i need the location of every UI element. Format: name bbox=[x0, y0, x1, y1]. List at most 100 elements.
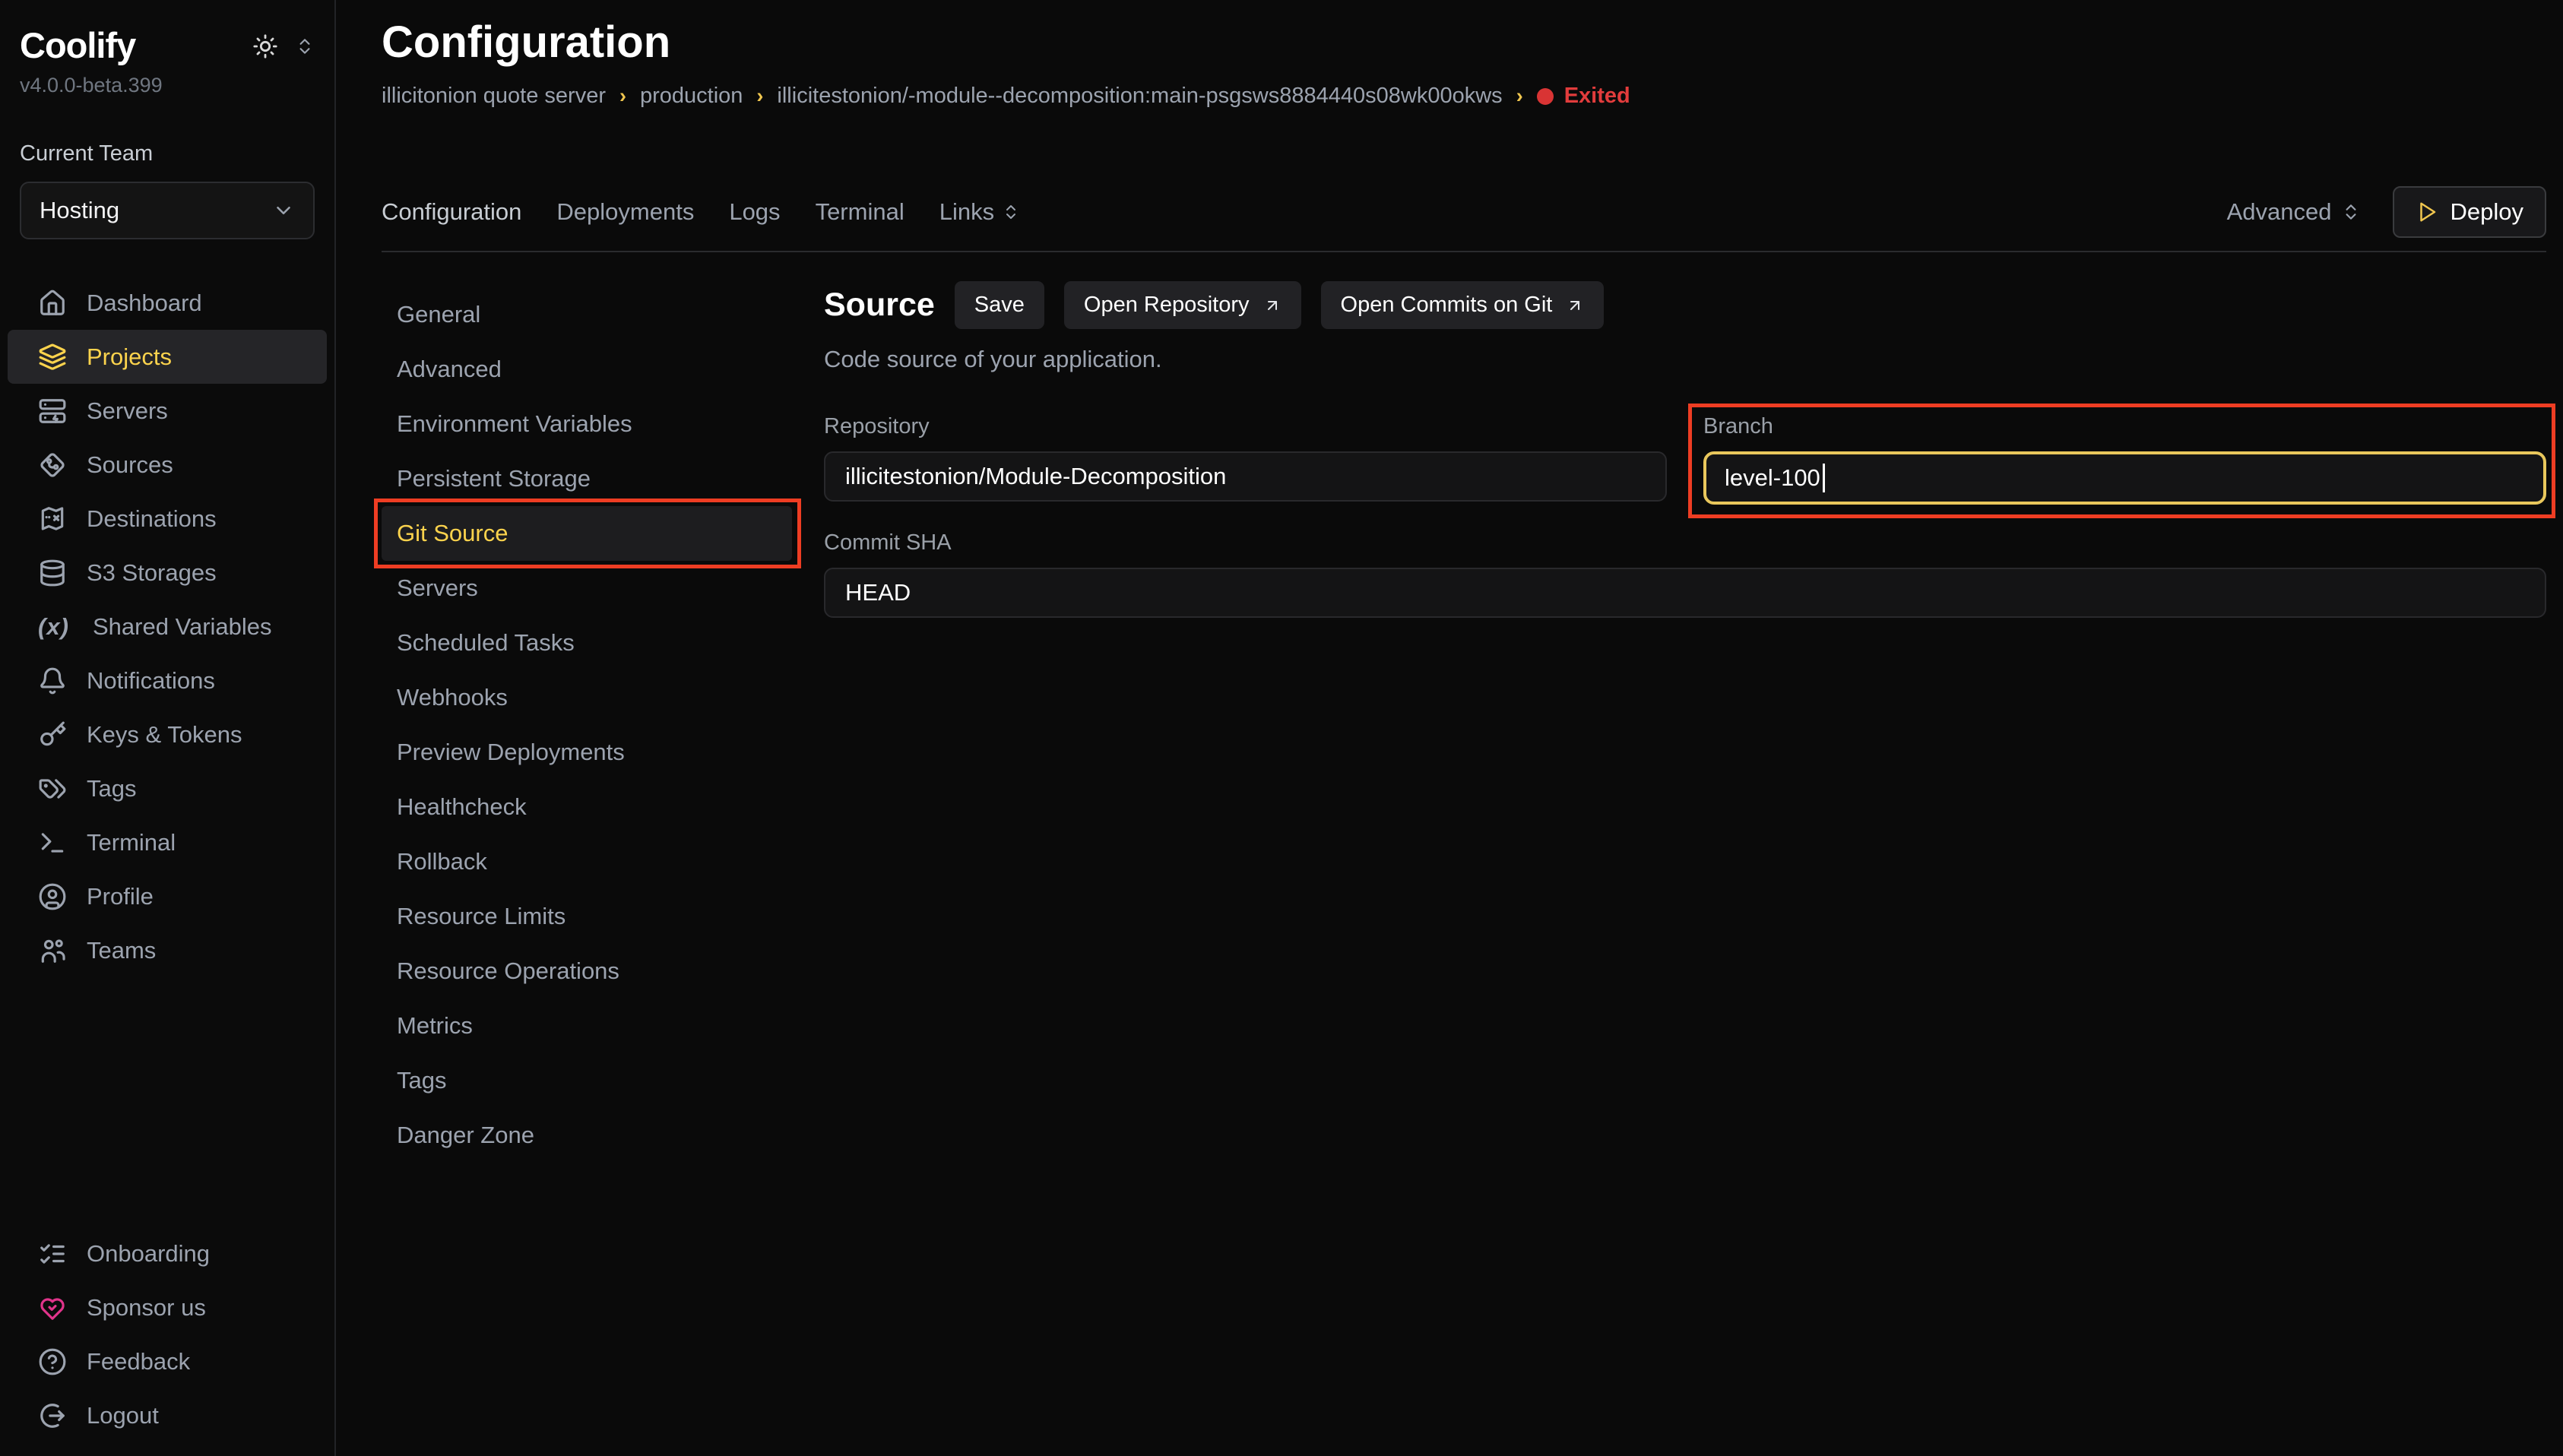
sidebar-item-dashboard[interactable]: Dashboard bbox=[8, 276, 327, 330]
subnav-healthcheck[interactable]: Healthcheck bbox=[382, 780, 792, 834]
git-source-panel: Source Save Open Repository Open Commits… bbox=[824, 271, 2546, 1456]
save-button[interactable]: Save bbox=[955, 281, 1044, 329]
team-select-value: Hosting bbox=[40, 197, 119, 224]
deploy-button[interactable]: Deploy bbox=[2393, 186, 2547, 238]
arrow-up-right-icon bbox=[1263, 296, 1282, 315]
text-caret bbox=[1823, 464, 1825, 492]
sidebar-item-label: Destinations bbox=[87, 505, 217, 533]
subnav-webhooks[interactable]: Webhooks bbox=[382, 670, 792, 725]
chevrons-up-down-icon[interactable] bbox=[295, 36, 315, 56]
sidebar-item-label: Feedback bbox=[87, 1348, 190, 1375]
source-heading: Source bbox=[824, 286, 935, 324]
logout-icon bbox=[38, 1401, 67, 1430]
bell-icon bbox=[38, 666, 67, 695]
sidebar-item-keys-tokens[interactable]: Keys & Tokens bbox=[8, 707, 327, 761]
sidebar-item-projects[interactable]: Projects bbox=[8, 330, 327, 384]
branch-input[interactable]: level-100 bbox=[1703, 451, 2546, 505]
subnav-persistent-storage[interactable]: Persistent Storage bbox=[382, 451, 792, 506]
sidebar-item-label: Teams bbox=[87, 937, 156, 964]
subnav-tags[interactable]: Tags bbox=[382, 1053, 792, 1108]
sidebar-item-sponsor-us[interactable]: Sponsor us bbox=[8, 1280, 327, 1334]
chevron-right-icon: › bbox=[756, 84, 763, 108]
sidebar-item-onboarding[interactable]: Onboarding bbox=[8, 1227, 327, 1280]
play-icon bbox=[2416, 201, 2438, 223]
breadcrumb: illicitonion quote server › production ›… bbox=[382, 84, 1630, 109]
current-team-label: Current Team bbox=[0, 97, 334, 166]
subnav-environment-variables[interactable]: Environment Variables bbox=[382, 397, 792, 451]
sidebar-item-label: Sponsor us bbox=[87, 1294, 206, 1321]
map-icon bbox=[38, 505, 67, 533]
sidebar-item-logout[interactable]: Logout bbox=[8, 1388, 327, 1442]
app-logo: Coolify bbox=[20, 24, 135, 66]
status-text: Exited bbox=[1564, 84, 1630, 109]
open-repository-button[interactable]: Open Repository bbox=[1064, 281, 1301, 329]
user-circle-icon bbox=[38, 882, 67, 911]
subnav-servers[interactable]: Servers bbox=[382, 561, 792, 616]
breadcrumb-application[interactable]: illicitestonion/-module--decomposition:m… bbox=[777, 84, 1502, 109]
sidebar-item-teams[interactable]: Teams bbox=[8, 923, 327, 977]
sidebar-item-tags[interactable]: Tags bbox=[8, 761, 327, 815]
tab-configuration[interactable]: Configuration bbox=[382, 198, 521, 226]
sidebar-item-terminal[interactable]: Terminal bbox=[8, 815, 327, 869]
status-badge: Exited bbox=[1537, 84, 1630, 109]
layers-icon bbox=[38, 343, 67, 372]
commit-sha-label: Commit SHA bbox=[824, 530, 2546, 555]
breadcrumb-environment[interactable]: production bbox=[640, 84, 743, 109]
theme-sun-icon[interactable] bbox=[252, 33, 278, 59]
sidebar-item-label: Sources bbox=[87, 451, 173, 479]
tab-deployments[interactable]: Deployments bbox=[556, 198, 694, 226]
team-select[interactable]: Hosting bbox=[20, 182, 315, 239]
sidebar-item-label: Profile bbox=[87, 883, 154, 910]
repository-field: Repository bbox=[824, 414, 1667, 505]
sidebar-item-s3-storages[interactable]: S3 Storages bbox=[8, 546, 327, 600]
subnav-general[interactable]: General bbox=[382, 287, 792, 342]
subnav-rollback[interactable]: Rollback bbox=[382, 834, 792, 889]
breadcrumb-project[interactable]: illicitonion quote server bbox=[382, 84, 606, 109]
status-dot-icon bbox=[1537, 88, 1554, 105]
tabs-row: Configuration Deployments Logs Terminal … bbox=[382, 181, 2546, 243]
tab-links[interactable]: Links bbox=[939, 198, 1020, 226]
commit-sha-field: Commit SHA bbox=[824, 530, 2546, 618]
subnav-preview-deployments[interactable]: Preview Deployments bbox=[382, 725, 792, 780]
app-version: v4.0.0-beta.399 bbox=[0, 66, 334, 97]
sidebar-item-label: Onboarding bbox=[87, 1240, 210, 1268]
server-icon bbox=[38, 397, 67, 426]
configuration-subnav: General Advanced Environment Variables P… bbox=[382, 271, 792, 1456]
sidebar-item-shared-variables[interactable]: (x) Shared Variables bbox=[8, 600, 327, 654]
sidebar-item-label: Tags bbox=[87, 775, 136, 802]
subnav-resource-operations[interactable]: Resource Operations bbox=[382, 944, 792, 999]
sidebar-item-servers[interactable]: Servers bbox=[8, 384, 327, 438]
sidebar-item-notifications[interactable]: Notifications bbox=[8, 654, 327, 707]
chevron-right-icon: › bbox=[1516, 84, 1523, 108]
open-commits-button[interactable]: Open Commits on Git bbox=[1321, 281, 1605, 329]
subnav-advanced[interactable]: Advanced bbox=[382, 342, 792, 397]
sidebar-item-label: Keys & Tokens bbox=[87, 721, 242, 749]
sidebar-footer-menu: Onboarding Sponsor us Feedback Logout bbox=[0, 1227, 334, 1442]
heart-icon bbox=[38, 1293, 67, 1322]
git-source-icon bbox=[38, 451, 67, 480]
home-icon bbox=[38, 289, 67, 318]
sidebar-item-label: Notifications bbox=[87, 667, 215, 695]
tab-terminal[interactable]: Terminal bbox=[816, 198, 904, 226]
sidebar-item-sources[interactable]: Sources bbox=[8, 438, 327, 492]
subnav-metrics[interactable]: Metrics bbox=[382, 999, 792, 1053]
repository-input[interactable] bbox=[824, 451, 1667, 502]
main-area: Configuration illicitonion quote server … bbox=[337, 0, 2563, 1456]
terminal-icon bbox=[38, 828, 67, 857]
sidebar-item-profile[interactable]: Profile bbox=[8, 869, 327, 923]
tab-logs[interactable]: Logs bbox=[729, 198, 780, 226]
help-circle-icon bbox=[38, 1347, 67, 1376]
sidebar-item-destinations[interactable]: Destinations bbox=[8, 492, 327, 546]
arrow-up-right-icon bbox=[1566, 296, 1584, 315]
subnav-git-source[interactable]: Git Source bbox=[382, 506, 792, 561]
commit-sha-input[interactable] bbox=[824, 568, 2546, 618]
chevron-down-icon bbox=[272, 199, 295, 222]
sidebar-item-label: Terminal bbox=[87, 829, 176, 856]
subnav-scheduled-tasks[interactable]: Scheduled Tasks bbox=[382, 616, 792, 670]
subnav-resource-limits[interactable]: Resource Limits bbox=[382, 889, 792, 944]
tags-icon bbox=[38, 774, 67, 803]
subnav-danger-zone[interactable]: Danger Zone bbox=[382, 1108, 792, 1163]
advanced-dropdown[interactable]: Advanced bbox=[2227, 198, 2361, 226]
tabs-divider bbox=[382, 251, 2546, 252]
sidebar-item-feedback[interactable]: Feedback bbox=[8, 1334, 327, 1388]
